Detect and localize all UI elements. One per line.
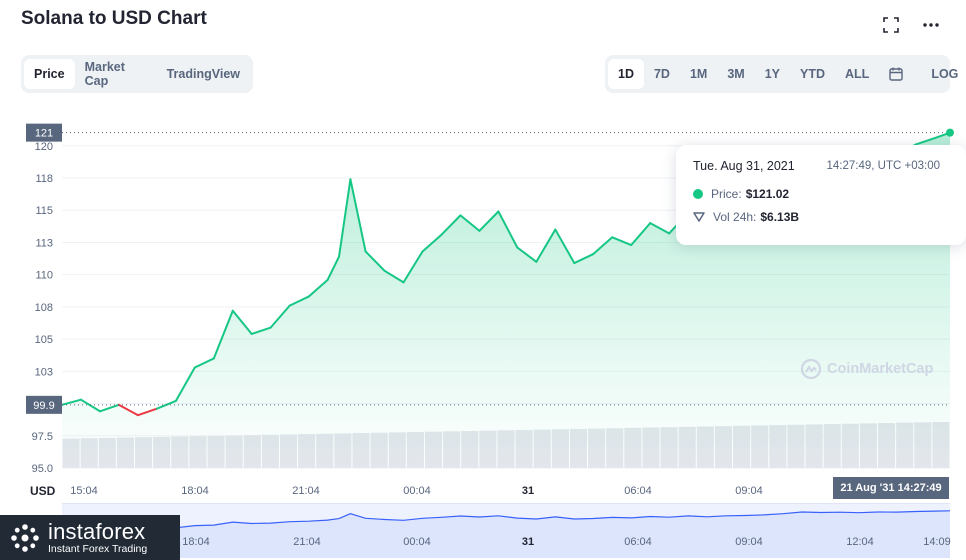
tooltip-volume-row: Vol 24h: $6.13B xyxy=(693,210,799,224)
last-price-dot xyxy=(946,128,954,137)
y-axis-ticks: 95.097.5100103105108110113115118120 xyxy=(32,141,53,475)
y-tick-label: 97.5 xyxy=(32,431,53,443)
x-tick-label: 06:04 xyxy=(624,485,652,497)
crosshair-time-tag: 21 Aug '31 14:27:49 xyxy=(833,477,949,499)
chart-type-tabs: Price Market Cap TradingView xyxy=(21,55,253,93)
x-tick-label: 18:04 xyxy=(181,485,209,497)
tooltip-vol-label: Vol 24h: xyxy=(713,210,757,224)
log-toggle[interactable]: LOG xyxy=(921,59,966,89)
price-dot-icon xyxy=(693,189,703,199)
navigator-tick-label: 31 xyxy=(521,536,535,548)
calendar-glyph xyxy=(889,67,904,81)
tooltip-price-row: Price: $121.02 xyxy=(693,187,789,201)
tab-market-cap[interactable]: Market Cap xyxy=(75,59,157,89)
x-tick-label: 09:04 xyxy=(735,485,763,497)
range-ytd[interactable]: YTD xyxy=(790,59,835,89)
expand-icon-glyph xyxy=(883,17,899,33)
tooltip-price-value: $121.02 xyxy=(745,187,790,201)
range-1d[interactable]: 1D xyxy=(608,59,644,89)
navigator-tick-label: 09:04 xyxy=(735,536,763,548)
logo-brand: instaforex xyxy=(48,518,146,544)
navigator-tick-label: 18:04 xyxy=(182,536,210,548)
volume-shield-icon xyxy=(693,212,705,222)
tooltip-time: 14:27:49, UTC +03:00 xyxy=(826,160,940,172)
y-tick-label: 105 xyxy=(35,334,53,346)
navigator-tick-label: 14:09 xyxy=(923,536,951,548)
y-tick-label: 115 xyxy=(35,205,53,217)
x-tick-label: 15:04 xyxy=(70,485,98,497)
navigator-chart[interactable] xyxy=(62,504,950,558)
navigator-tick-label: 21:04 xyxy=(293,536,321,548)
logo-tagline: Instant Forex Trading xyxy=(48,542,148,555)
expand-icon[interactable] xyxy=(880,14,902,36)
tooltip-price-label: Price: xyxy=(711,187,742,201)
navigator-tick-label: 00:04 xyxy=(403,536,431,548)
range-selector: 1D 7D 1M 3M 1Y YTD ALL LOG xyxy=(605,55,958,93)
tooltip-date: Tue. Aug 31, 2021 xyxy=(693,159,795,173)
axis-unit-label: USD xyxy=(30,484,56,498)
range-7d[interactable]: 7D xyxy=(644,59,680,89)
range-1y[interactable]: 1Y xyxy=(755,59,790,89)
x-tick-label: 00:04 xyxy=(403,485,431,497)
price-tooltip: Tue. Aug 31, 2021 14:27:49, UTC +03:00 P… xyxy=(676,145,966,245)
y-tick-label: 110 xyxy=(35,270,53,282)
y-tick-label: 103 xyxy=(35,366,53,378)
navigator-tick-label: 12:04 xyxy=(846,536,874,548)
range-3m[interactable]: 3M xyxy=(717,59,754,89)
coinmarketcap-logo-icon xyxy=(800,358,822,380)
tab-price[interactable]: Price xyxy=(24,59,75,89)
range-1m[interactable]: 1M xyxy=(680,59,717,89)
calendar-icon[interactable] xyxy=(879,59,913,89)
y-tick-label: 120 xyxy=(35,141,53,153)
last-price-tag-text: 121 xyxy=(35,128,53,140)
navigator-tick-label: 06:04 xyxy=(624,536,652,548)
coinmarketcap-watermark: CoinMarketCap xyxy=(800,358,933,380)
y-tick-label: 118 xyxy=(35,173,53,185)
instaforex-emblem-icon xyxy=(11,523,39,552)
y-tick-label: 95.0 xyxy=(32,463,53,475)
x-tick-label: 21:04 xyxy=(292,485,320,497)
navigator-area xyxy=(62,510,950,558)
tab-tradingview[interactable]: TradingView xyxy=(157,59,250,89)
range-all[interactable]: ALL xyxy=(835,59,879,89)
y-tick-label: 108 xyxy=(35,302,53,314)
more-dots-glyph xyxy=(923,23,939,27)
more-dots-icon[interactable] xyxy=(920,14,942,36)
tooltip-vol-value: $6.13B xyxy=(760,210,800,224)
watermark-text: CoinMarketCap xyxy=(827,361,934,377)
range-navigator[interactable] xyxy=(62,503,950,558)
x-tick-label: 31 xyxy=(521,485,535,497)
y-tick-label: 113 xyxy=(35,237,53,249)
instaforex-logo: instaforex Instant Forex Trading xyxy=(0,515,180,560)
page-title: Solana to USD Chart xyxy=(21,8,207,29)
open-price-tag-text: 99.9 xyxy=(33,400,54,412)
